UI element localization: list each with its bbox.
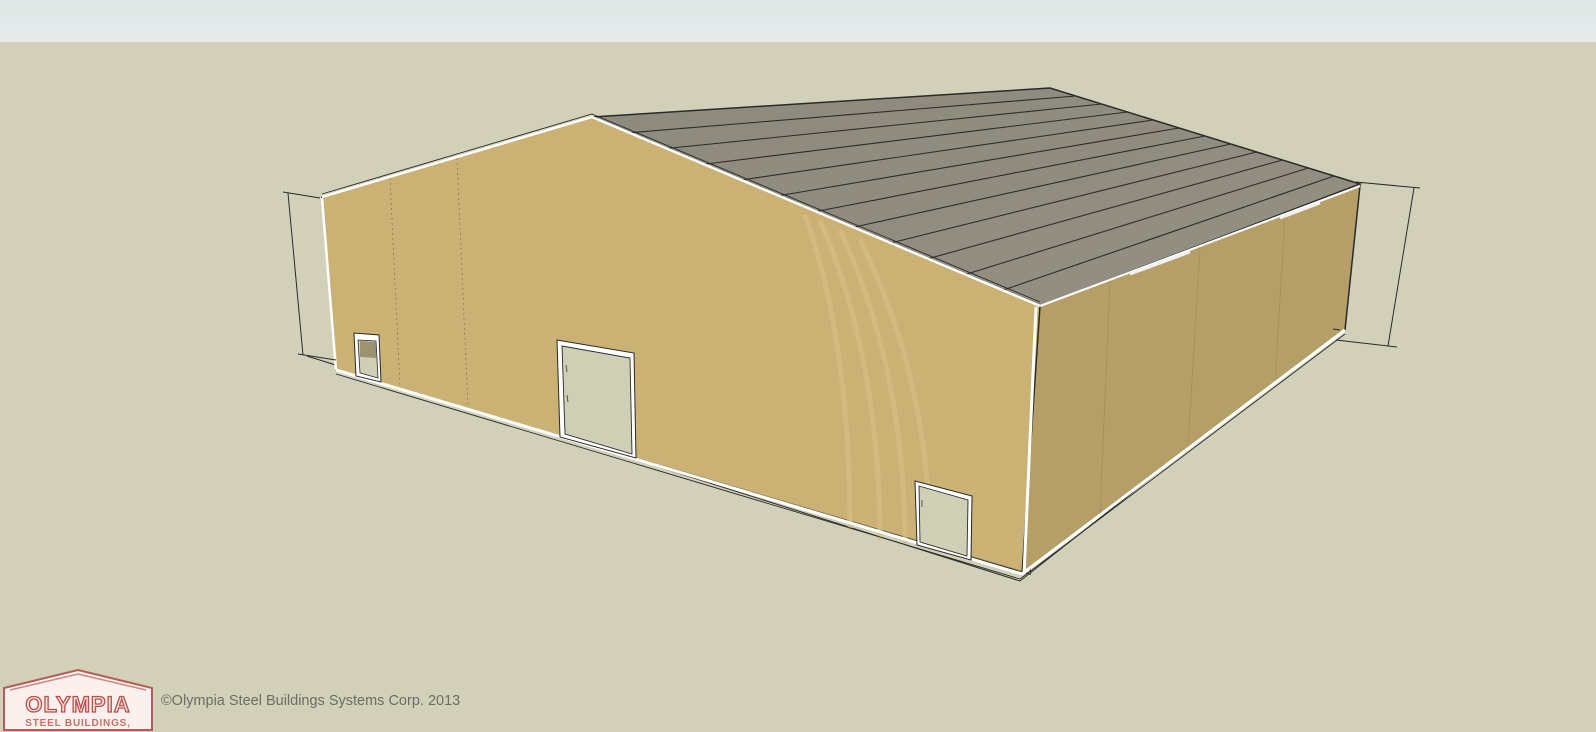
model-viewport[interactable] (0, 0, 1596, 732)
copyright-text: ©Olympia Steel Buildings Systems Corp. 2… (161, 693, 461, 709)
logo-subtitle: STEEL BUILDINGS, (25, 718, 130, 729)
olympia-logo: OLYMPIA STEEL BUILDINGS, (3, 668, 153, 731)
svg-text:OLYMPIA: OLYMPIA (25, 692, 130, 717)
walk-door-small[interactable] (353, 332, 382, 383)
